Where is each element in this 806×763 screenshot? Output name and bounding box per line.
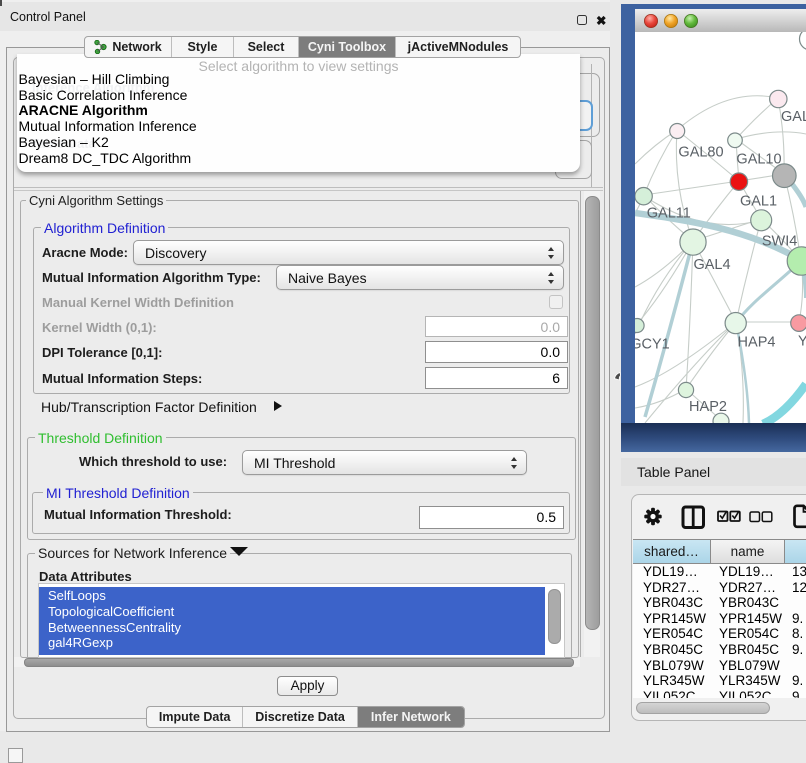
svg-text:GAL11: GAL11: [647, 206, 691, 222]
svg-text:Y: Y: [798, 334, 806, 350]
svg-text:GAL: GAL: [781, 109, 806, 125]
svg-text:GCY1: GCY1: [635, 337, 670, 353]
svg-text:GAL4: GAL4: [693, 257, 730, 273]
svg-text:SWI4: SWI4: [762, 234, 797, 250]
svg-text:GAL80: GAL80: [678, 145, 723, 161]
svg-text:HAP2: HAP2: [689, 399, 727, 415]
svg-text:HAP4: HAP4: [738, 335, 776, 351]
svg-text:GAL1: GAL1: [740, 194, 777, 210]
svg-text:GAL10: GAL10: [736, 152, 781, 168]
